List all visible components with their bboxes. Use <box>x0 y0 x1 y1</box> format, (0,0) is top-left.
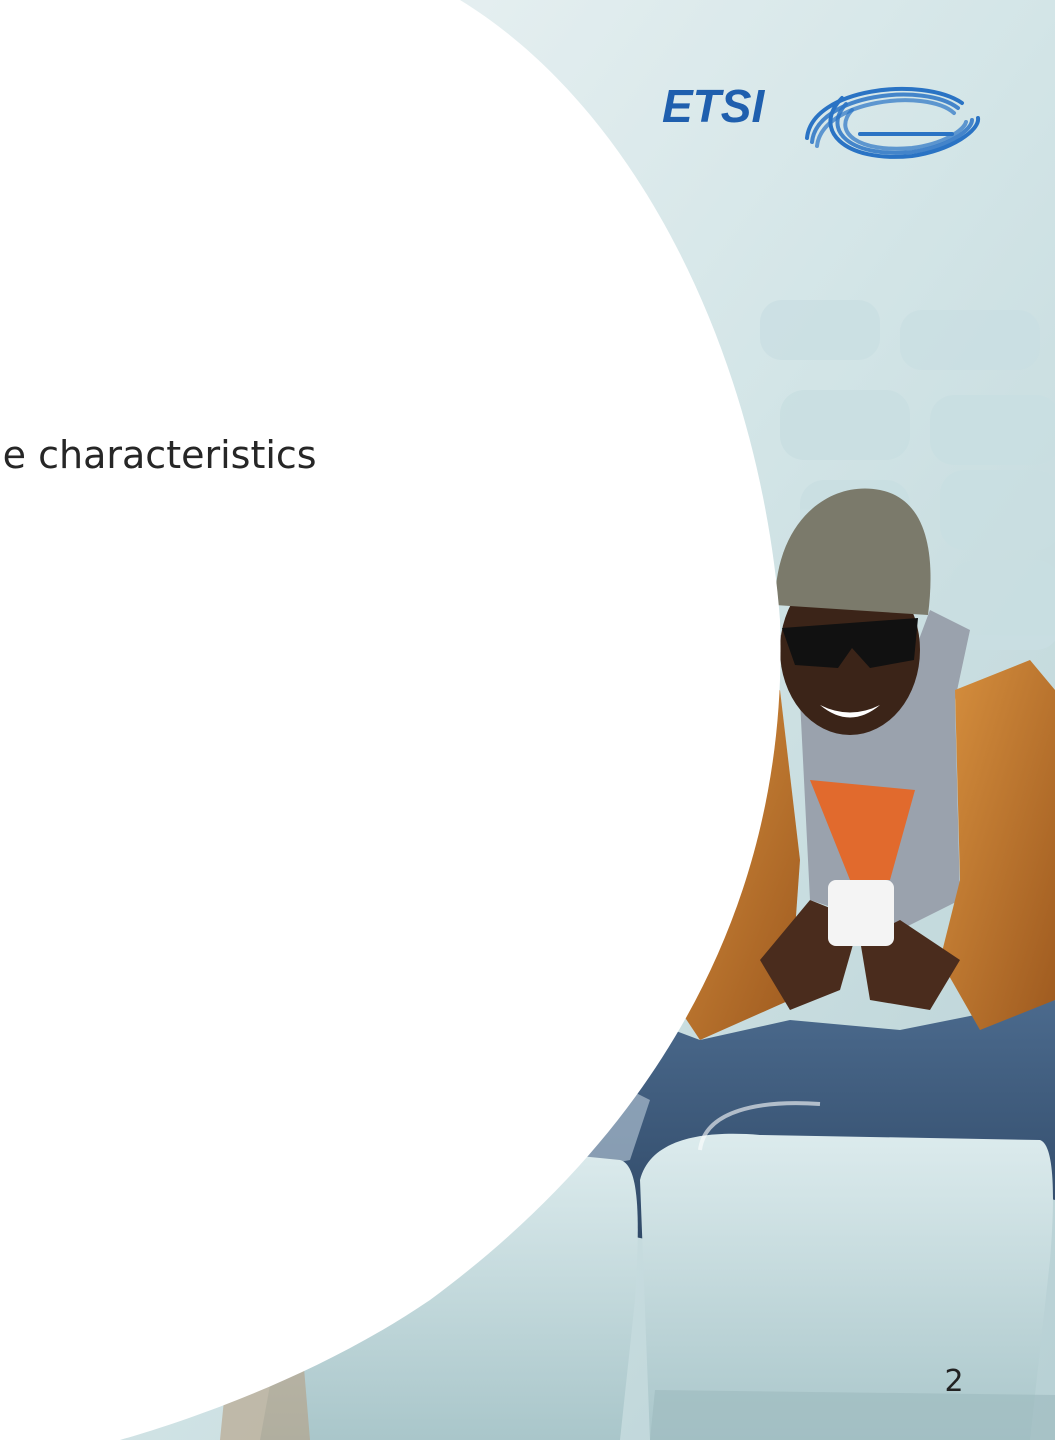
etsi-logo-icon: ETSI <box>662 80 981 159</box>
page-number: 2 <box>944 1364 964 1399</box>
slide-body-text: ble characteristics <box>0 433 400 479</box>
slide-body-text-line: ble characteristics <box>0 433 317 477</box>
etsi-logo-text: ETSI <box>662 80 765 132</box>
white-overlay-shape <box>0 0 781 1440</box>
slide: ETSI ble characteristics 2 <box>0 0 1055 1440</box>
